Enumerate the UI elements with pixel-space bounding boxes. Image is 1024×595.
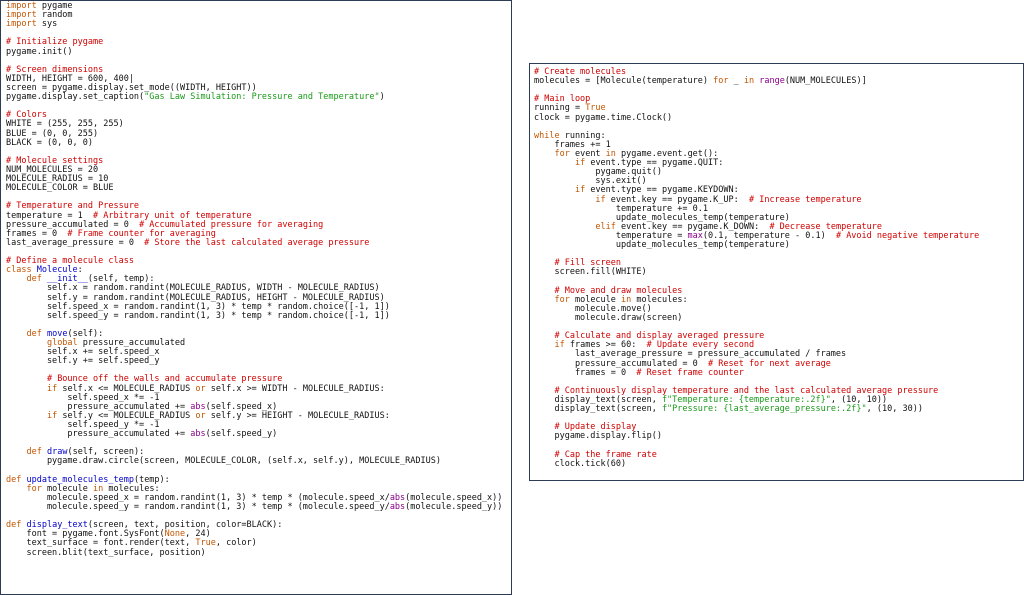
code-token: molecule.draw(screen) — [534, 312, 683, 323]
code-line: MOLECULE_COLOR = BLUE — [6, 184, 502, 193]
code-token: , color) — [215, 538, 257, 549]
code-line: frames = 0 # Reset frame counter — [534, 367, 979, 378]
code-line: molecule.draw(screen) — [534, 312, 979, 323]
code-panel-right[interactable]: # Create molecules molecules = [Molecule(… — [529, 63, 1024, 481]
code-token: abs — [389, 502, 406, 513]
code-line: pygame.display.flip() — [534, 432, 979, 441]
code-token: or — [195, 383, 206, 394]
code-token: ) — [379, 92, 385, 103]
code-token: molecules = [Molecule(temperature) — [534, 76, 714, 87]
code-token: (molecule.speed_y)) — [405, 502, 503, 513]
code-token: , (10, 30)) — [866, 404, 923, 415]
code-token: # Reset frame counter — [636, 367, 744, 378]
code-token: self.speed_y = random.randint(1, 3) * te… — [6, 310, 390, 321]
code-token: pressure_accumulated += — [6, 429, 191, 440]
code-token: f"Pressure: {last_average_pressure:.2f}" — [661, 404, 867, 415]
code-line: self.y += self.speed_y — [6, 357, 502, 366]
code-token: MOLECULE_COLOR = BLUE — [6, 183, 114, 194]
code-token: _ — [728, 76, 744, 87]
code-token: pygame.display.set_caption( — [6, 92, 145, 103]
code-line: update_molecules_temp(temperature) — [534, 241, 979, 250]
code-line: pressure_accumulated += abs(self.speed_y… — [6, 430, 502, 439]
code-token: # Increase temperature — [748, 194, 862, 205]
code-token: "Gas Law Simulation: Pressure and Temper… — [144, 92, 380, 103]
code-token: self.y += self.speed_y — [6, 356, 160, 367]
code-line: # Initialize pygame — [6, 38, 502, 47]
code-token: molecule.speed_y = random.randint(1, 3) … — [6, 502, 390, 513]
code-line: self.speed_y = random.randint(1, 3) * te… — [6, 310, 502, 321]
code-token: BLACK = (0, 0, 0) — [6, 137, 93, 148]
code-block-left[interactable]: import pygame import random import sys # I… — [6, 1, 503, 558]
code-line: molecules = [Molecule(temperature) for _… — [534, 77, 979, 86]
code-line: import sys — [6, 20, 502, 29]
code-token: # Store the last calculated average pres… — [144, 237, 370, 248]
code-line: screen.blit(text_surface, position) — [6, 547, 502, 558]
code-panel-left[interactable]: import pygame import random import sys # I… — [0, 0, 512, 595]
code-token: pygame.display.flip() — [534, 431, 662, 442]
code-token: abs — [190, 429, 206, 440]
code-token: range — [759, 76, 785, 87]
code-token: (self.speed_y) — [205, 429, 278, 440]
code-token: pygame.draw.circle(screen, MOLECULE_COLO… — [6, 456, 441, 467]
code-token: last_average_pressure = 0 — [6, 237, 145, 248]
code-token: self.y >= HEIGHT - MOLECULE_RADIUS: — [205, 410, 390, 421]
code-line: display_text(screen, f"Pressure: {last_a… — [534, 404, 979, 415]
code-token: display_text(screen, — [534, 404, 662, 415]
code-line: clock = pygame.time.Clock() — [534, 112, 979, 123]
code-token: pygame.init() — [6, 46, 73, 57]
code-line: pygame.display.set_caption("Gas Law Simu… — [6, 93, 502, 102]
code-token: sys — [36, 19, 58, 30]
code-token: in — [743, 76, 755, 87]
code-token: self.x >= WIDTH - MOLECULE_RADIUS: — [205, 383, 385, 394]
code-line: last_average_pressure = 0 # Store the la… — [6, 237, 502, 248]
code-token: screen.blit(text_surface, position) — [6, 547, 206, 558]
code-token: (NUM_MOLECULES)] — [784, 76, 867, 87]
code-token: screen.fill(WHITE) — [534, 267, 647, 278]
code-token: # Avoid negative temperature — [835, 230, 980, 241]
code-line: screen.fill(WHITE) — [534, 268, 979, 277]
code-line: import random — [6, 11, 502, 20]
code-line: molecule.speed_y = random.randint(1, 3) … — [6, 502, 503, 513]
code-token: for — [713, 76, 729, 87]
code-token: update_molecules_temp(temperature) — [534, 240, 790, 251]
code-line: import pygame — [6, 1, 502, 11]
code-block-right[interactable]: # Create molecules molecules = [Molecule(… — [534, 67, 980, 469]
code-line: pygame.init() — [6, 46, 502, 57]
code-token: or — [195, 410, 206, 421]
code-token: frames = 0 — [534, 367, 637, 378]
code-token: clock = pygame.time.Clock() — [534, 112, 673, 123]
code-line: BLACK = (0, 0, 0) — [6, 137, 502, 148]
code-token: clock.tick(60) — [534, 458, 627, 469]
code-line: clock.tick(60) — [534, 458, 979, 469]
code-line: pygame.draw.circle(screen, MOLECULE_COLO… — [6, 457, 502, 466]
